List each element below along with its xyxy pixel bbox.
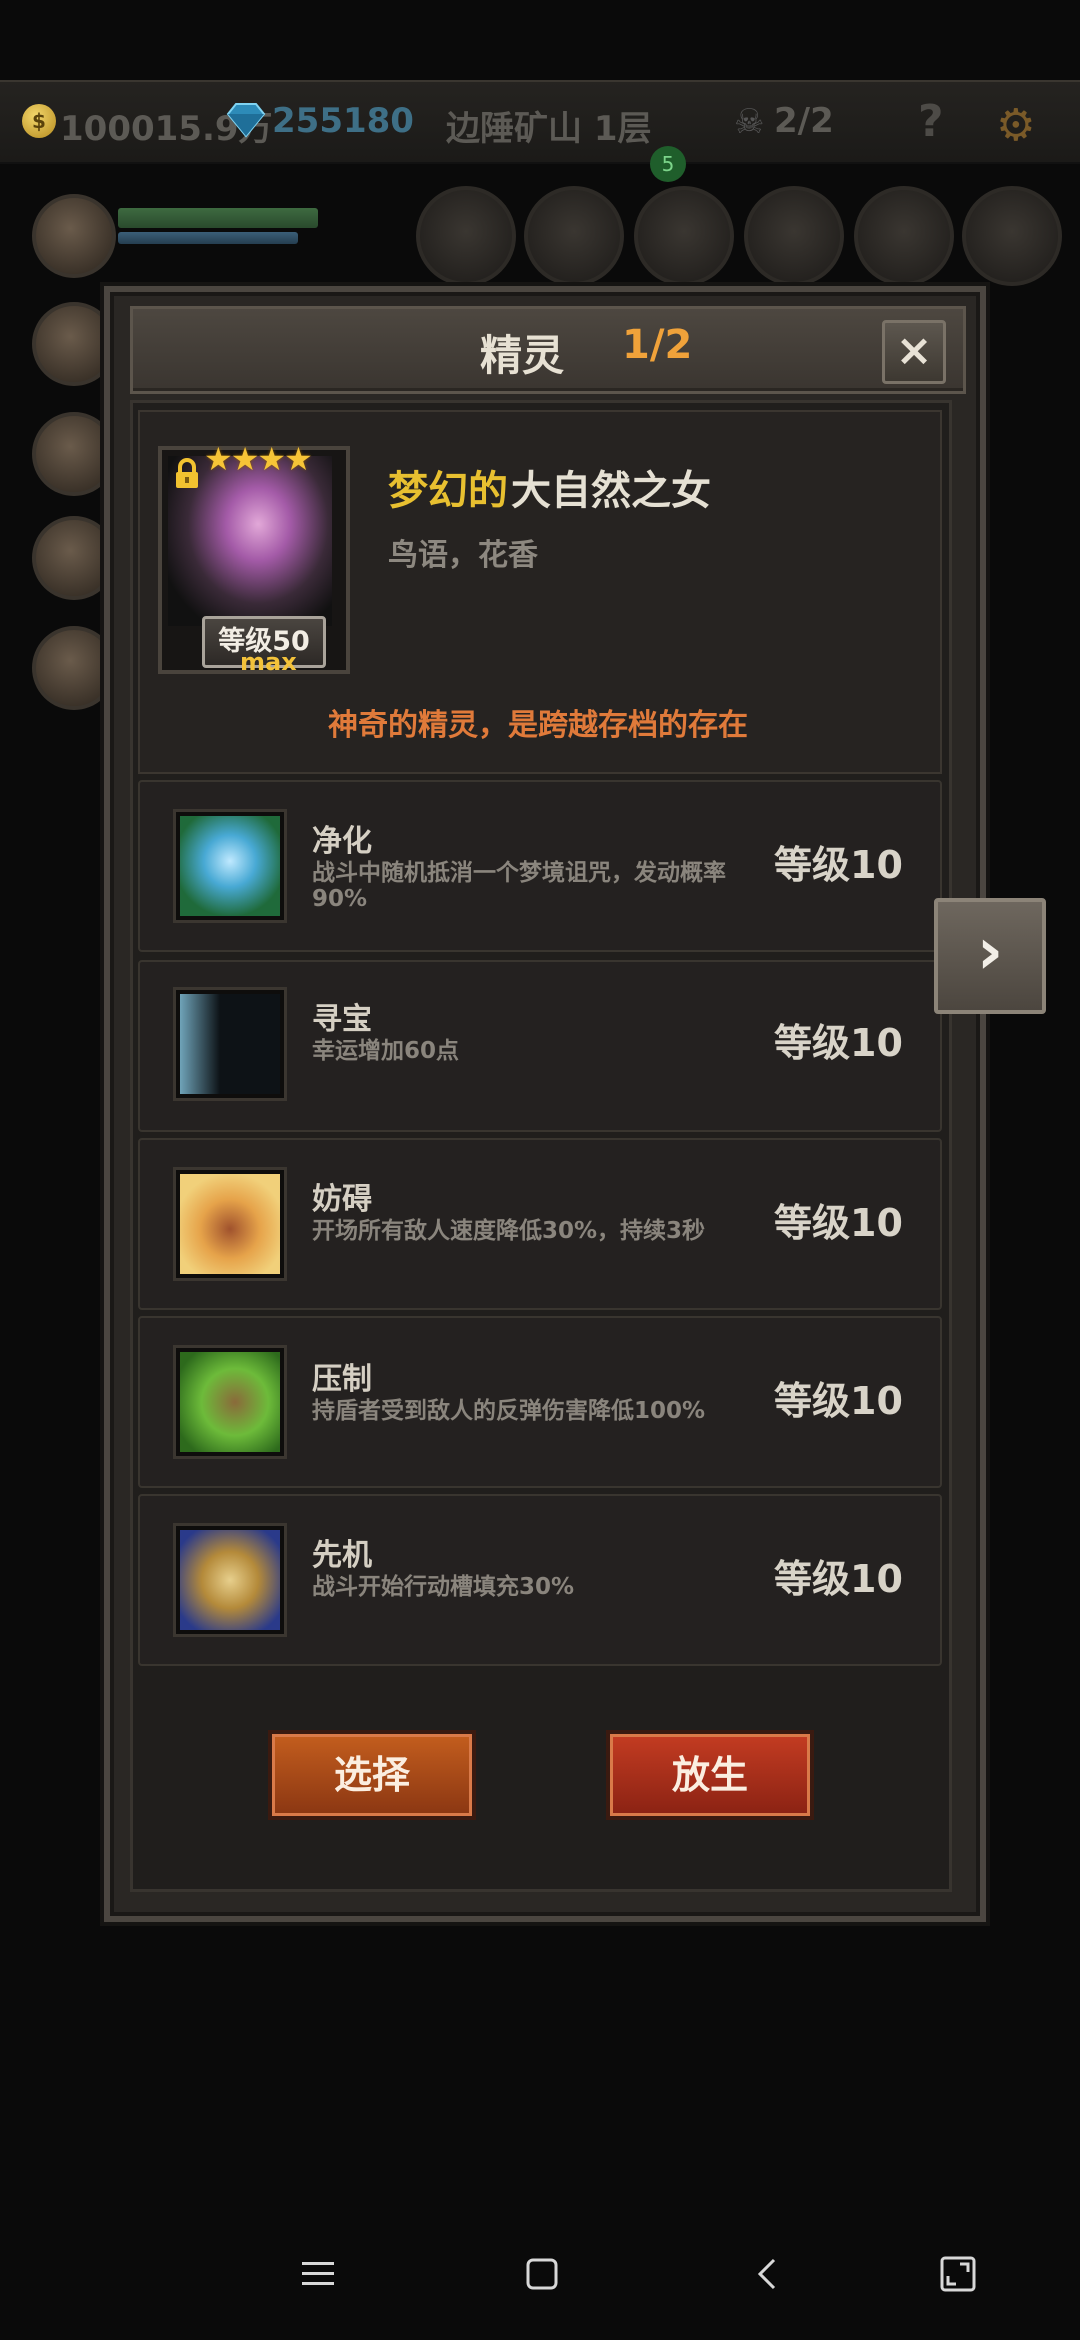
elf-description: 神奇的精灵，是跨越存档的存在 [328, 708, 748, 743]
location-label[interactable]: 边陲矿山 1层 [446, 101, 652, 150]
skill-level: 等级10 [774, 843, 903, 887]
skill-description: 战斗开始行动槽填充30% [312, 1574, 575, 1600]
hp-bar [118, 208, 318, 228]
rotate-screen-icon[interactable] [938, 2254, 978, 2294]
item-slot[interactable] [854, 186, 954, 286]
skill-name: 压制 [312, 1362, 372, 1397]
next-arrow-button[interactable]: › [934, 898, 1046, 1014]
skill-level: 等级10 [774, 1557, 903, 1601]
grass-claw-icon [176, 1348, 284, 1456]
notification-badge: 5 [650, 146, 686, 182]
diamond-icon [226, 103, 266, 138]
elf-name: 大自然之女 [511, 468, 711, 514]
party-count: 2/2 [774, 101, 834, 141]
help-button[interactable]: ? [918, 96, 944, 147]
skill-description: 战斗中随机抵消一个梦境诅咒，发动概率90% [312, 860, 726, 912]
hero-portrait[interactable] [32, 194, 116, 278]
item-slot[interactable] [416, 186, 516, 286]
select-button[interactable]: 选择 [268, 1730, 476, 1820]
mp-bar [118, 232, 298, 244]
skill-name: 妨碍 [312, 1182, 372, 1217]
elf-name-prefix: 梦幻的 [388, 468, 508, 514]
top-hud: $ 100015.9万 255180 边陲矿山 1层 ☠ 2/2 ? ⚙ [0, 80, 1080, 164]
elf-subtitle: 鸟语，花香 [388, 538, 538, 573]
skill-name: 先机 [312, 1538, 372, 1573]
back-icon[interactable] [748, 2254, 788, 2294]
lock-icon[interactable] [172, 458, 202, 490]
star-rating: ★★★★ [204, 440, 313, 478]
blue-flower-icon [176, 812, 284, 920]
skull-icon: ☠ [734, 102, 765, 142]
skill-description: 开场所有敌人速度降低30%，持续3秒 [312, 1218, 706, 1244]
skill-description: 持盾者受到敌人的反弹伤害降低100% [312, 1398, 706, 1424]
item-slot[interactable] [524, 186, 624, 286]
close-button[interactable]: × [882, 320, 946, 384]
skill-level: 等级10 [774, 1201, 903, 1245]
skill-description: 幸运增加60点 [312, 1038, 460, 1064]
skill-name: 寻宝 [312, 1002, 372, 1037]
menu-icon[interactable] [298, 2254, 338, 2294]
leopard-icon [176, 1526, 284, 1634]
item-slot[interactable] [744, 186, 844, 286]
gold-coin-icon: $ [22, 104, 56, 138]
skill-level: 等级10 [774, 1379, 903, 1423]
gear-icon[interactable]: ⚙ [996, 100, 1042, 151]
dialog-title: 精灵 [480, 331, 565, 380]
silhouette-stars-icon [176, 990, 284, 1098]
release-button[interactable]: 放生 [606, 1730, 814, 1820]
elf-count: 1/2 [622, 322, 693, 368]
home-icon[interactable] [522, 2254, 562, 2294]
skill-level: 等级10 [774, 1021, 903, 1065]
skill-name: 净化 [312, 824, 372, 859]
level-max-label: max [240, 648, 297, 676]
item-slot[interactable] [634, 186, 734, 286]
gem-amount: 255180 [272, 101, 414, 141]
item-slot[interactable] [962, 186, 1062, 286]
chained-boot-icon [176, 1170, 284, 1278]
